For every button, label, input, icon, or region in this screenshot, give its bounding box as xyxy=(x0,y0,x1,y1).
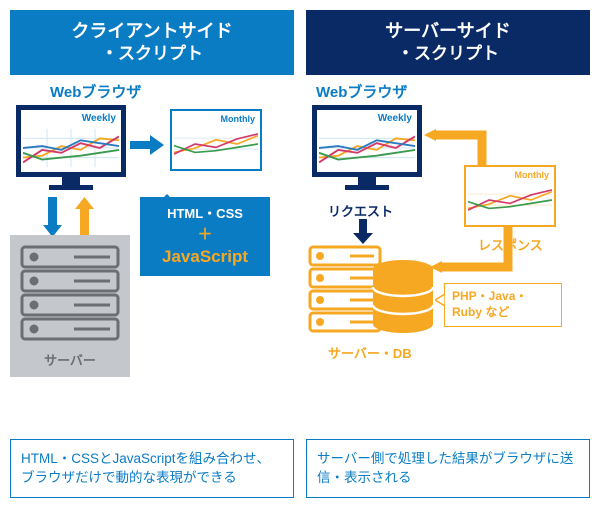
chart-label-weekly-r: Weekly xyxy=(319,112,415,125)
chart-label-monthly: Monthly xyxy=(174,113,258,125)
line-chart-icon xyxy=(174,125,258,163)
browser-label-right: Webブラウザ xyxy=(306,81,590,102)
server-footer: サーバー側で処理した結果がブラウザに送信・表示される xyxy=(306,439,590,498)
callout-htmlcss: HTML・CSS xyxy=(167,206,243,221)
server-db-icon xyxy=(308,245,438,345)
server-title-1: サーバーサイド xyxy=(385,21,510,41)
client-footer: HTML・CSSとJavaScriptを組み合わせ、ブラウザだけで動的な表現がで… xyxy=(10,439,294,498)
callout-js: JavaScript xyxy=(150,245,260,269)
arrow-right-icon xyxy=(130,133,166,157)
client-header: クライアントサイド ・スクリプト xyxy=(10,10,294,75)
browser-monitor-result: Monthly xyxy=(170,109,262,171)
client-side-panel: クライアントサイド ・スクリプト Webブラウザ Weekly xyxy=(10,10,294,498)
server-label: サーバー xyxy=(18,350,122,369)
arrow-down-icon xyxy=(352,219,374,245)
server-title-2: ・スクリプト xyxy=(314,43,582,65)
server-db-group xyxy=(308,245,438,350)
browser-monitor-main: Weekly xyxy=(16,105,126,190)
request-label: リクエスト xyxy=(328,201,393,220)
client-content: Weekly Monthly xyxy=(10,105,294,438)
client-title-1: クライアントサイド xyxy=(71,21,232,41)
line-chart-icon xyxy=(319,125,415,171)
server-box: サーバー xyxy=(10,235,130,377)
line-chart-icon xyxy=(23,125,119,171)
browser-monitor-main-r: Weekly xyxy=(312,105,422,190)
server-icon xyxy=(18,243,122,343)
tech-callout: HTML・CSS ＋ JavaScript xyxy=(140,197,270,276)
lang-text: PHP・Java・Ruby など xyxy=(452,289,527,319)
exchange-arrows-icon xyxy=(40,197,100,239)
browser-label-left: Webブラウザ xyxy=(10,81,294,102)
line-chart-icon xyxy=(468,181,552,219)
chart-label-monthly-r: Monthly xyxy=(468,169,552,181)
server-content: Weekly Monthly xyxy=(306,105,590,438)
server-header: サーバーサイド ・スクリプト xyxy=(306,10,590,75)
lang-callout: PHP・Java・Ruby など xyxy=(444,283,562,326)
server-db-label: サーバー・DB xyxy=(328,343,412,362)
callout-plus: ＋ xyxy=(150,224,260,245)
callout-pointer-icon xyxy=(435,294,445,306)
chart-label-weekly: Weekly xyxy=(23,112,119,125)
browser-monitor-result-r: Monthly xyxy=(464,165,556,227)
client-title-2: ・スクリプト xyxy=(18,43,286,65)
server-side-panel: サーバーサイド ・スクリプト Webブラウザ Weekly xyxy=(306,10,590,498)
